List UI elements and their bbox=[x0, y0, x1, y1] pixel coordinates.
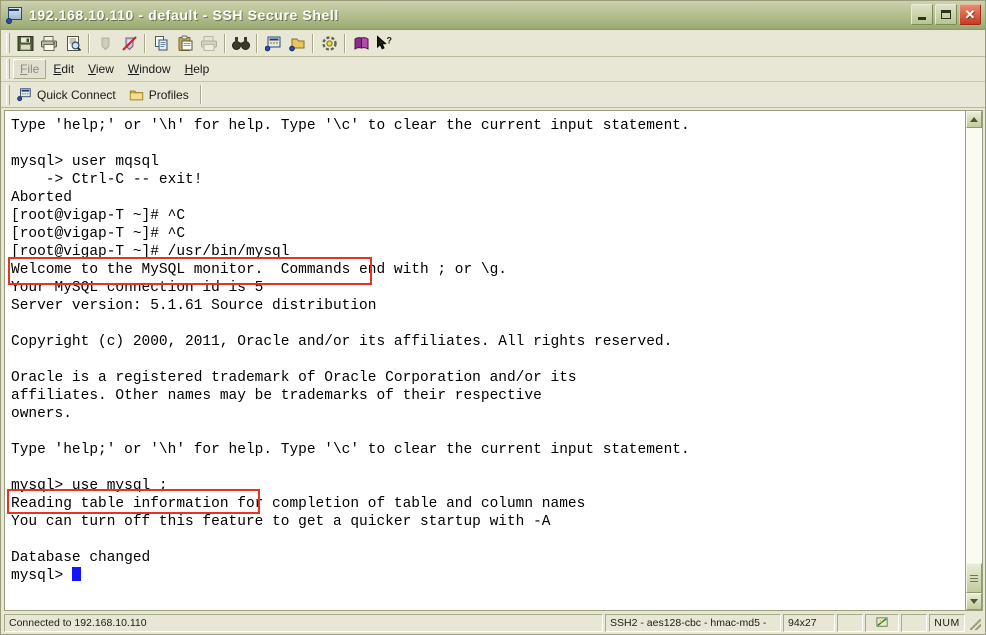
copy-icon[interactable] bbox=[149, 32, 173, 55]
terminal-prompt: mysql> bbox=[11, 568, 72, 584]
folder-icon bbox=[129, 90, 143, 100]
terminal-line: Reading table information for completion… bbox=[11, 496, 586, 512]
terminal-line: [root@vigap-T ~]# /usr/bin/mysql bbox=[11, 244, 290, 260]
block-cursor bbox=[71, 567, 81, 581]
toolbar-separator bbox=[344, 33, 346, 53]
terminal-prompt-line[interactable]: mysql> bbox=[11, 567, 965, 585]
resize-grip[interactable] bbox=[967, 614, 983, 632]
toolbar-grip[interactable] bbox=[6, 33, 10, 53]
toolbar: ? bbox=[1, 30, 985, 57]
menu-edit[interactable]: Edit bbox=[46, 59, 81, 79]
status-encryption-icon bbox=[865, 614, 899, 632]
file-transfer-icon[interactable] bbox=[285, 32, 309, 55]
terminal-line: [root@vigap-T ~]# ^C bbox=[11, 208, 186, 224]
terminal-line: mysql> user mqsql bbox=[11, 154, 159, 170]
toolbar-separator bbox=[144, 33, 146, 53]
title-bar[interactable]: 192.168.10.110 - default - SSH Secure Sh… bbox=[1, 1, 985, 30]
status-num-lock: NUM bbox=[929, 614, 965, 632]
terminal-line: Aborted bbox=[11, 190, 72, 206]
toolbar-separator bbox=[224, 33, 226, 53]
chevron-up-icon bbox=[970, 117, 978, 122]
print-page-icon[interactable] bbox=[197, 32, 221, 55]
window-title: 192.168.10.110 - default - SSH Secure Sh… bbox=[29, 7, 339, 23]
terminal-line: -> Ctrl-C -- exit! bbox=[11, 172, 203, 188]
context-help-icon[interactable]: ? bbox=[373, 32, 397, 55]
quick-connect-label: Quick Connect bbox=[37, 87, 116, 102]
new-terminal-icon[interactable] bbox=[261, 32, 285, 55]
status-blank-2 bbox=[901, 614, 927, 632]
terminal-line: Copyright (c) 2000, 2011, Oracle and/or … bbox=[11, 334, 673, 350]
terminal-line: Your MySQL connection id is 5 bbox=[11, 280, 264, 296]
connect-icon[interactable] bbox=[93, 32, 117, 55]
terminal-line: Type 'help;' or '\h' for help. Type '\c'… bbox=[11, 442, 690, 458]
status-dimensions: 94x27 bbox=[783, 614, 835, 632]
terminal-line: You can turn off this feature to get a q… bbox=[11, 514, 551, 530]
status-connection: Connected to 192.168.10.110 bbox=[4, 614, 603, 632]
terminal-line: Database changed bbox=[11, 550, 151, 566]
scrollbar-track[interactable] bbox=[966, 128, 982, 593]
terminal-output[interactable]: Type 'help;' or '\h' for help. Type '\c'… bbox=[5, 111, 965, 610]
maximize-button[interactable] bbox=[935, 4, 957, 25]
menu-bar: File Edit View Window Help bbox=[1, 57, 985, 82]
terminal-area: Type 'help;' or '\h' for help. Type '\c'… bbox=[1, 108, 985, 612]
close-button[interactable]: ✕ bbox=[959, 4, 981, 25]
terminal-line: mysql> use mysql ; bbox=[11, 478, 168, 494]
menu-view[interactable]: View bbox=[81, 59, 121, 79]
toolbar-separator bbox=[88, 33, 90, 53]
terminal-line: [root@vigap-T ~]# ^C bbox=[11, 226, 186, 242]
terminal-line: Welcome to the MySQL monitor. Commands e… bbox=[11, 262, 507, 278]
terminal-line: Server version: 5.1.61 Source distributi… bbox=[11, 298, 377, 314]
quick-connect-button[interactable]: Quick Connect bbox=[13, 85, 125, 104]
quick-connect-icon bbox=[17, 88, 31, 102]
window-controls: ✕ bbox=[911, 4, 981, 25]
menubar-grip[interactable] bbox=[6, 59, 10, 79]
menu-window[interactable]: Window bbox=[121, 59, 178, 79]
terminal-line: owners. bbox=[11, 406, 72, 422]
ssh-terminal-icon bbox=[6, 6, 23, 24]
quickbar-grip[interactable] bbox=[6, 84, 10, 105]
terminal-line: Oracle is a registered trademark of Orac… bbox=[11, 370, 577, 386]
terminal-frame: Type 'help;' or '\h' for help. Type '\c'… bbox=[4, 110, 965, 611]
encryption-icon bbox=[875, 617, 888, 627]
vertical-scrollbar[interactable] bbox=[965, 110, 983, 611]
profiles-label: Profiles bbox=[148, 87, 189, 102]
toolbar-separator bbox=[256, 33, 258, 53]
toolbar-separator bbox=[312, 33, 314, 53]
scroll-up-button[interactable] bbox=[966, 111, 982, 128]
profiles-button[interactable]: Profiles bbox=[125, 86, 198, 104]
status-cipher: SSH2 - aes128-cbc - hmac-md5 - bbox=[605, 614, 781, 632]
quick-connect-bar: Quick Connect Profiles bbox=[1, 82, 985, 108]
status-blank-1 bbox=[837, 614, 863, 632]
menu-file[interactable]: File bbox=[13, 59, 47, 79]
scroll-down-button[interactable] bbox=[966, 593, 982, 610]
scrollbar-thumb[interactable] bbox=[966, 563, 982, 593]
menu-help[interactable]: Help bbox=[178, 59, 217, 79]
ssh-secure-shell-window: 192.168.10.110 - default - SSH Secure Sh… bbox=[0, 0, 986, 635]
terminal-line: affiliates. Other names may be trademark… bbox=[11, 388, 542, 404]
terminal-line: Type 'help;' or '\h' for help. Type '\c'… bbox=[11, 118, 690, 134]
paste-icon[interactable] bbox=[173, 32, 197, 55]
disconnect-icon[interactable] bbox=[117, 32, 141, 55]
quickbar-separator bbox=[199, 85, 202, 104]
print-preview-icon[interactable] bbox=[61, 32, 85, 55]
find-icon[interactable] bbox=[229, 32, 253, 55]
status-bar: Connected to 192.168.10.110 SSH2 - aes12… bbox=[1, 612, 985, 634]
save-icon[interactable] bbox=[13, 32, 37, 55]
help-book-icon[interactable] bbox=[349, 32, 373, 55]
settings-icon[interactable] bbox=[317, 32, 341, 55]
chevron-down-icon bbox=[970, 599, 978, 604]
minimize-button[interactable] bbox=[911, 4, 933, 25]
svg-text:?: ? bbox=[387, 35, 393, 45]
print-icon[interactable] bbox=[37, 32, 61, 55]
